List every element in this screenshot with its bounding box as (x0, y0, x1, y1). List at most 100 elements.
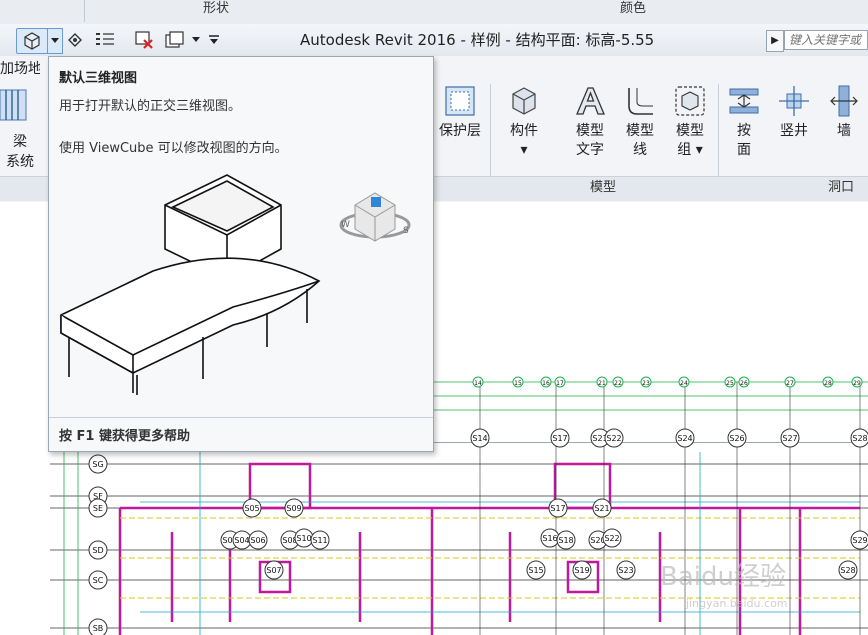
thin-lines-button[interactable] (92, 28, 118, 52)
top-axis-bubble-label: 28 (824, 380, 832, 387)
tooltip-divider (49, 417, 433, 418)
model-line-button[interactable]: 模型 线 (616, 84, 664, 160)
default-3d-view-dropdown[interactable] (47, 28, 63, 54)
column-tag-label: S15 (528, 566, 543, 575)
side-axis-bubbles: SGSFSESDSCSB (88, 454, 108, 635)
side-axis-bubble-label: SD (92, 546, 103, 555)
column-tag-label: S17 (552, 434, 567, 443)
top-axis-bubble-label: 24 (680, 380, 688, 387)
column-tag-label: S19 (574, 566, 589, 575)
cover-button[interactable]: 保护层 (436, 84, 484, 141)
by-face-label-1: 按 (737, 123, 751, 139)
top-axis-bubble-label: 25 (726, 380, 734, 387)
beam-system-icon (0, 88, 30, 124)
column-tag-label: S05 (244, 504, 259, 513)
column-tag-label: S28 (852, 434, 867, 443)
svg-text:W: W (341, 220, 350, 230)
component-button[interactable]: 构件 ▾ (500, 84, 548, 160)
shape-label: 形状 (203, 1, 230, 16)
by-face-label-2: 面 (737, 142, 751, 158)
default-3d-view-tooltip: 默认三维视图 用于打开默认的正交三维视图。 使用 ViewCube 可以修改视图… (48, 56, 434, 452)
side-axis-bubble-label: SB (93, 624, 104, 633)
wall-opening-button[interactable]: 墙 (820, 84, 868, 141)
title-bar: Autodesk Revit 2016 - 样例 - 结构平面: 标高-5.55… (0, 24, 868, 57)
switch-windows-icon (165, 31, 184, 48)
window-title: Autodesk Revit 2016 - 样例 - 结构平面: 标高-5.55 (300, 31, 655, 49)
chevron-down-icon (51, 38, 59, 43)
model-group-label-2: 组 ▾ (677, 142, 703, 158)
column-tag-label: S27 (782, 434, 797, 443)
model-line-label-1: 模型 (626, 123, 654, 139)
side-axis-bubble-label: SE (93, 504, 103, 513)
measure-button[interactable] (64, 28, 86, 52)
customize-menu-icon (209, 35, 219, 44)
model-text-icon (576, 87, 605, 115)
close-hidden-windows-button[interactable] (132, 28, 158, 52)
beam-system-label[interactable]: 梁 系统 (2, 132, 38, 172)
column-tag-label: S11 (312, 536, 327, 545)
watermark-sub: jingyan.baidu.com (685, 597, 788, 610)
tooltip-description: 用于打开默认的正交三维视图。 (59, 99, 242, 114)
column-tag-label: S28 (840, 566, 855, 575)
side-axis-bubble-label: SG (92, 460, 103, 469)
top-axis-bubble-label: 14 (474, 380, 482, 387)
thin-lines-icon (96, 33, 114, 45)
column-tag-label: S24 (677, 434, 692, 443)
column-tag-label: S06 (250, 536, 265, 545)
customize-quick-access-button[interactable] (206, 28, 222, 52)
shaft-icon (779, 86, 809, 116)
column-tag-label: S22 (604, 534, 619, 543)
top-axis-bubble-label: 16 (542, 380, 550, 387)
beam-label-2: 系统 (6, 154, 34, 170)
top-axis-bubble-label: 26 (740, 380, 748, 387)
default-3d-view-button[interactable] (16, 28, 48, 54)
model-text-label-1: 模型 (576, 123, 604, 139)
model-line-icon (628, 88, 653, 115)
column-tag-label: S21 (594, 504, 609, 513)
column-tag-label: S14 (472, 434, 487, 443)
ribbon-tab-partial[interactable]: 加场地 (0, 56, 40, 82)
model-text-button[interactable]: 模型 文字 (566, 84, 614, 160)
wall-opening-label: 墙 (837, 123, 851, 139)
svg-text:S: S (403, 226, 409, 236)
column-tag-label: S10 (296, 534, 311, 543)
column-tag-label: S16 (542, 534, 557, 543)
top-axis-bubble-label: 22 (614, 380, 622, 387)
cover-icon (445, 86, 475, 116)
tooltip-viewcube-hint: 使用 ViewCube 可以修改视图的方向。 (59, 141, 288, 156)
top-axis-bubble-label: 17 (556, 380, 564, 387)
top-axis-bubble-label: 29 (853, 380, 861, 387)
by-face-icon (729, 88, 759, 114)
ribbon-tool-area: 保护层 构件 ▾ 模型 文字 模型 线 模型 组 ▾ 按 面 竖井 墙 (436, 56, 868, 176)
model-text-label-2: 文字 (576, 142, 604, 158)
column-tag-label: S26 (729, 434, 744, 443)
column-tag-label: S23 (618, 566, 633, 575)
title-expand-arrow[interactable]: ▶ (766, 30, 784, 52)
viewcube-icon: W S (339, 192, 411, 242)
top-axis-bubble-label: 21 (598, 380, 606, 387)
cover-label: 保护层 (439, 123, 481, 139)
column-tag-label: S22 (606, 434, 621, 443)
measure-icon (68, 33, 82, 47)
close-hidden-icon (135, 31, 153, 49)
by-face-button[interactable]: 按 面 (720, 84, 768, 160)
top-axis-bubble-label: 15 (514, 380, 522, 387)
model-group-button[interactable]: 模型 组 ▾ (666, 84, 714, 160)
side-axis-bubble-label: SC (93, 576, 104, 585)
component-icon (512, 87, 536, 115)
component-label: 构件 (510, 123, 538, 139)
panel-title-model: 模型 (590, 180, 617, 195)
switch-windows-button[interactable] (162, 28, 188, 52)
watermark-text: Baidu经验 (660, 562, 786, 592)
model-group-icon (675, 86, 705, 116)
tooltip-3d-illustration: W S (60, 174, 411, 395)
column-tag-label: S04 (234, 536, 249, 545)
keyword-search-input[interactable] (784, 30, 868, 50)
strip-divider (84, 0, 85, 22)
column-tag-label: S29 (852, 536, 867, 545)
switch-windows-dropdown[interactable] (190, 28, 202, 52)
color-label: 颜色 (620, 1, 647, 16)
column-tag-label: S18 (558, 536, 573, 545)
shaft-button[interactable]: 竖井 (770, 84, 818, 141)
model-group-label-1: 模型 (676, 123, 704, 139)
